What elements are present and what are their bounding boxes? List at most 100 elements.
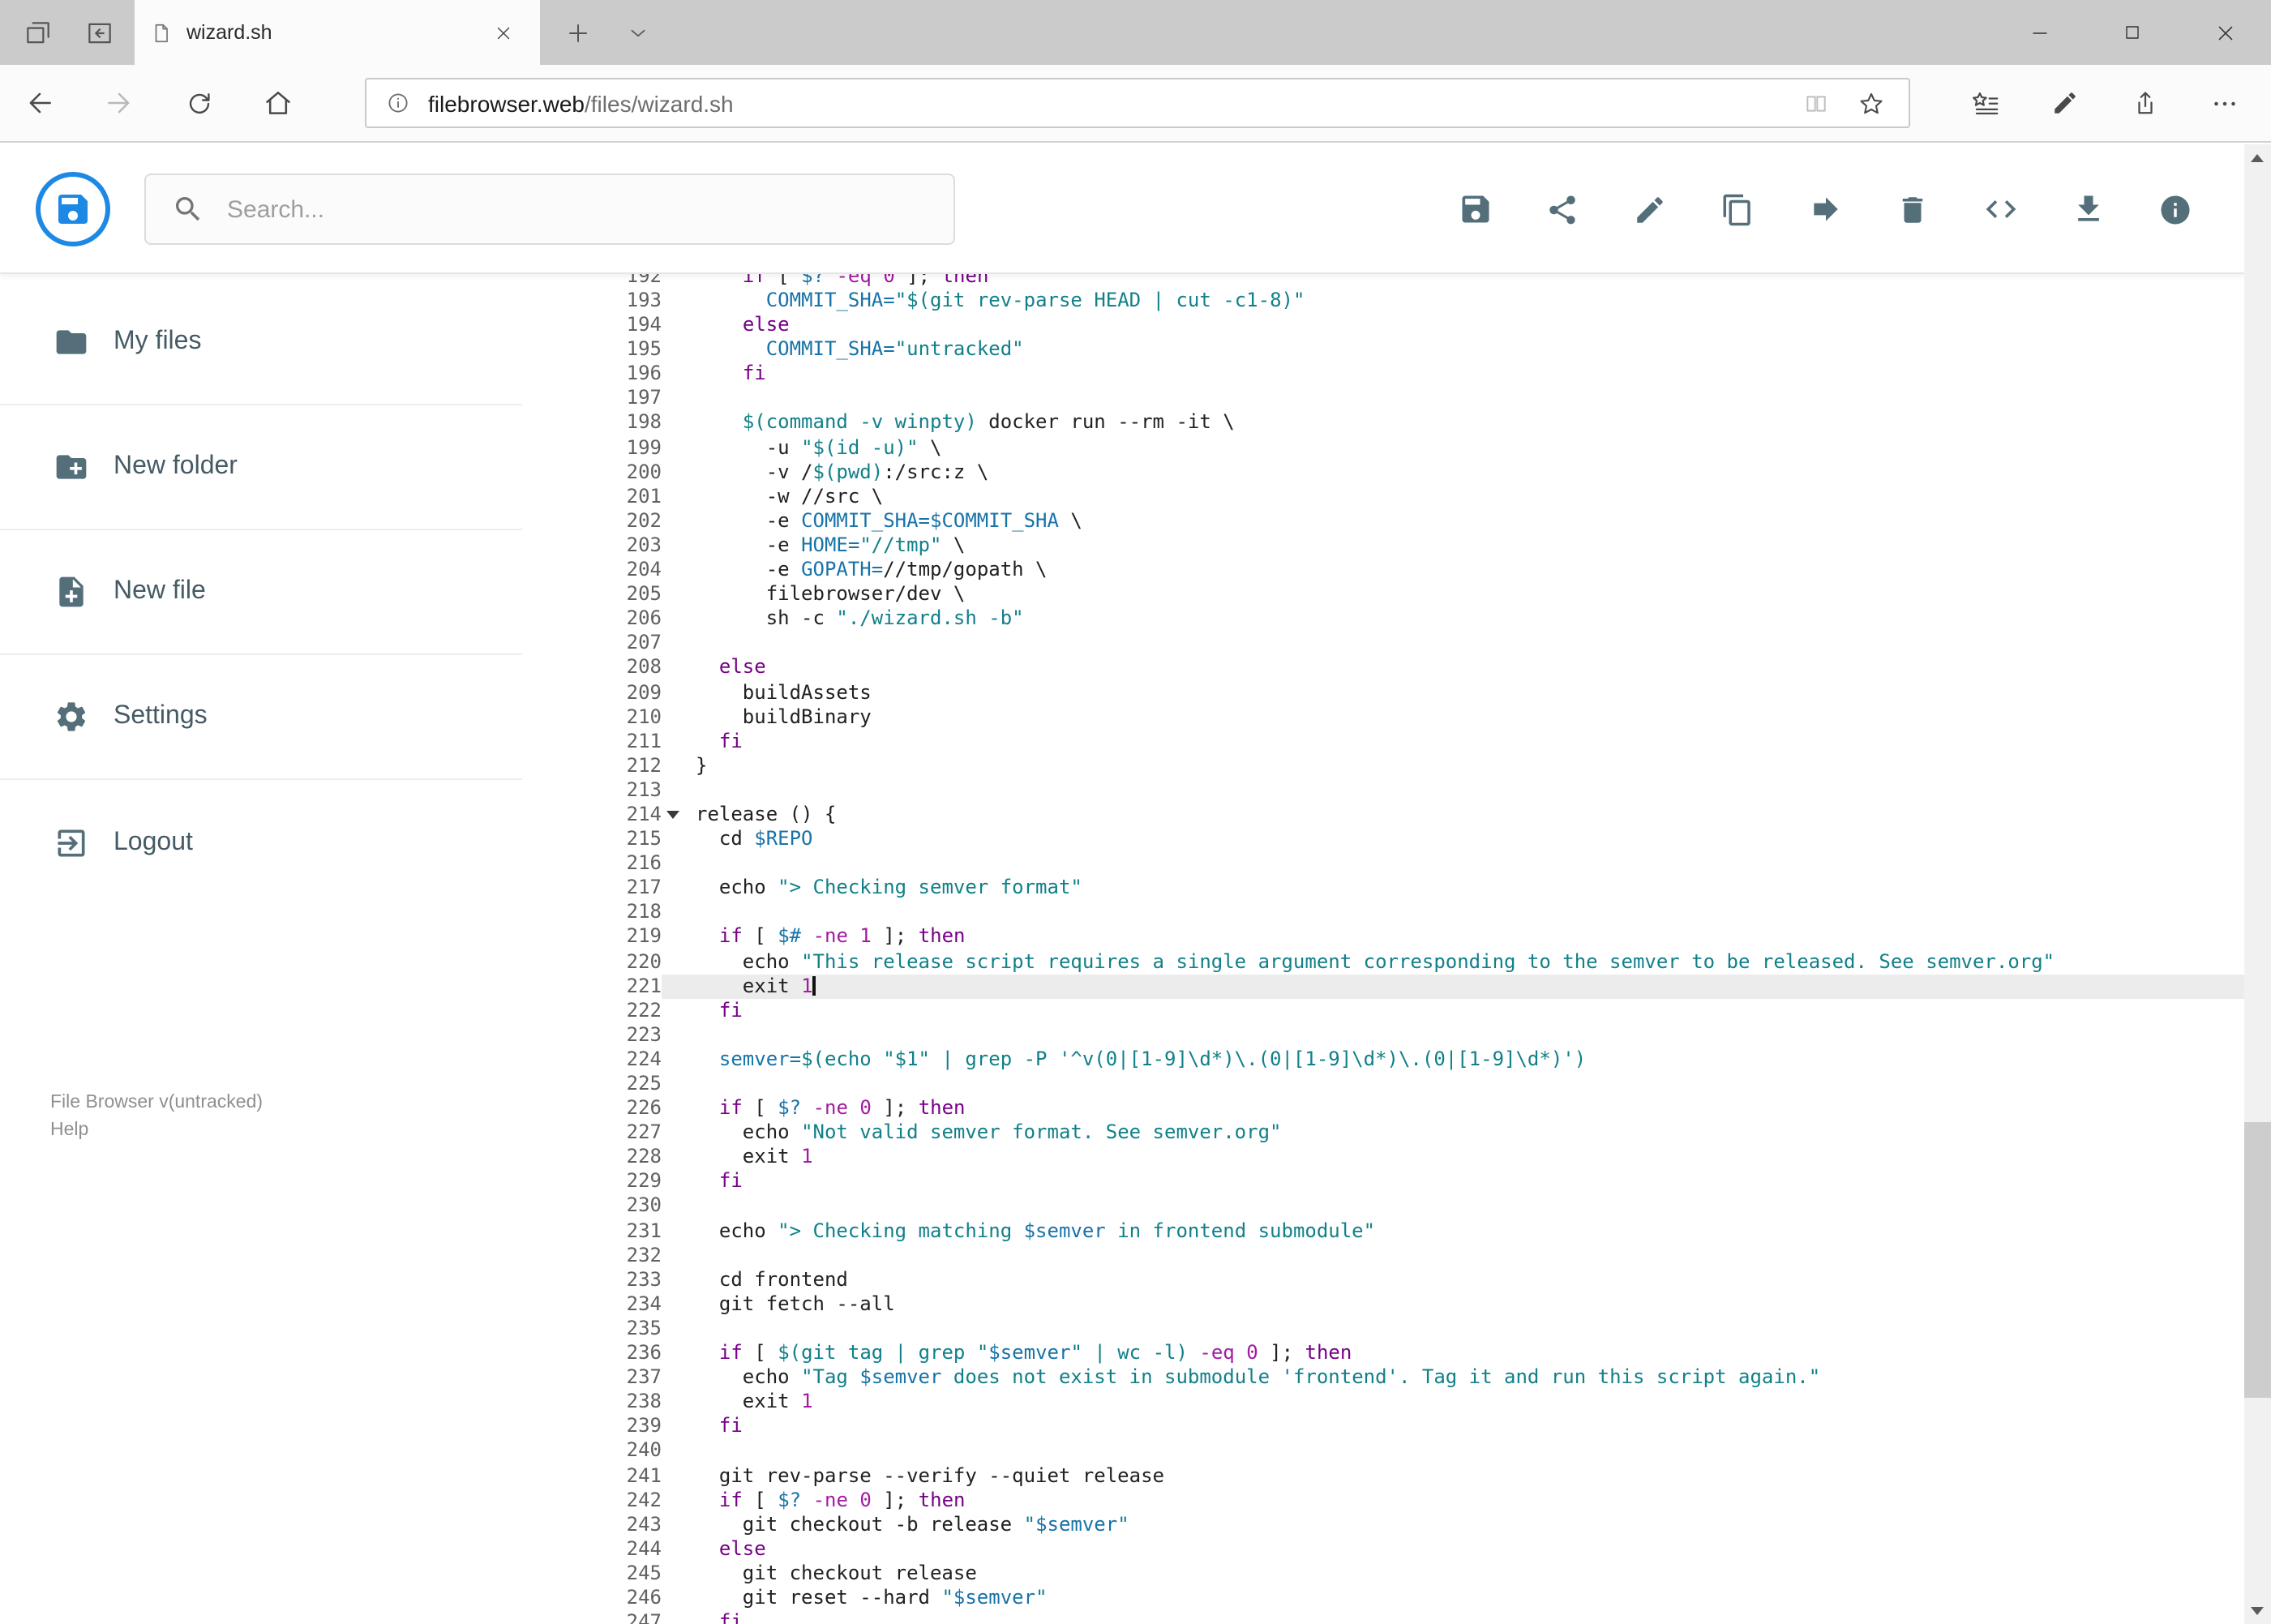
code-line[interactable]: 216 <box>535 851 2243 876</box>
code-line[interactable]: 200 -v /$(pwd):/src:z \ <box>535 460 2243 484</box>
sidebar-item-new-folder[interactable]: New folder <box>0 405 522 530</box>
tab-wizard-sh[interactable]: wizard.sh <box>135 0 540 65</box>
scroll-up-button[interactable] <box>2243 144 2271 172</box>
code-line[interactable]: 247 fi <box>535 1610 2243 1624</box>
code-line[interactable]: 210 buildBinary <box>535 705 2243 729</box>
code-line[interactable]: 228 exit 1 <box>535 1146 2243 1170</box>
share-file-button[interactable] <box>1530 177 1595 242</box>
code-line[interactable]: 243 git checkout -b release "$semver" <box>535 1512 2243 1536</box>
code-line[interactable]: 204 -e GOPATH=//tmp/gopath \ <box>535 558 2243 582</box>
code-line[interactable]: 215 cd $REPO <box>535 827 2243 851</box>
code-line[interactable]: 226 if [ $? -ne 0 ]; then <box>535 1096 2243 1121</box>
code-line[interactable]: 194 else <box>535 313 2243 337</box>
search-input[interactable] <box>227 195 931 223</box>
code-line[interactable]: 214 release () { <box>535 803 2243 827</box>
code-line[interactable]: 222 fi <box>535 998 2243 1022</box>
code-line[interactable]: 201 -w //src \ <box>535 485 2243 509</box>
code-line[interactable]: 209 buildAssets <box>535 680 2243 705</box>
code-line[interactable]: 230 <box>535 1194 2243 1219</box>
rename-button[interactable] <box>1618 177 1682 242</box>
scrollbar-thumb[interactable] <box>2243 1122 2271 1398</box>
info-button[interactable] <box>2143 177 2208 242</box>
code-line[interactable]: 229 fi <box>535 1170 2243 1194</box>
code-line[interactable]: 225 <box>535 1072 2243 1096</box>
code-line[interactable]: 231 echo "> Checking matching $semver in… <box>535 1219 2243 1243</box>
code-line[interactable]: 192 if [ $? -eq 0 ]; then <box>535 274 2243 289</box>
maximize-button[interactable] <box>2086 0 2179 65</box>
code-line[interactable]: 237 echo "Tag $semver does not exist in … <box>535 1365 2243 1390</box>
scroll-down-button[interactable] <box>2243 1596 2271 1624</box>
code-line[interactable]: 203 -e HOME="//tmp" \ <box>535 533 2243 558</box>
code-line[interactable]: 218 <box>535 901 2243 925</box>
address-bar[interactable]: filebrowser.web/files/wizard.sh <box>365 78 1910 128</box>
close-window-button[interactable] <box>2179 0 2271 65</box>
code-line[interactable]: 213 <box>535 778 2243 803</box>
sidebar-item-settings[interactable]: Settings <box>0 655 522 780</box>
favorite-button[interactable] <box>1844 79 1899 126</box>
sidebar-item-new-file[interactable]: New file <box>0 530 522 655</box>
code-line[interactable]: 219 if [ $# -ne 1 ]; then <box>535 925 2243 949</box>
tab-close-button[interactable] <box>482 11 524 54</box>
code-editor[interactable]: 192 if [ $? -eq 0 ]; then 193 COMMIT_SHA=… <box>535 274 2243 1624</box>
new-tab-button[interactable] <box>550 0 605 65</box>
code-line[interactable]: 224 semver=$(echo "$1" | grep -P '^v(0|[… <box>535 1048 2243 1072</box>
code-line[interactable]: 202 -e COMMIT_SHA=$COMMIT_SHA \ <box>535 509 2243 533</box>
code-line[interactable]: 199 -u "$(id -u)" \ <box>535 435 2243 460</box>
code-line[interactable]: 208 else <box>535 656 2243 680</box>
code-line[interactable]: 193 COMMIT_SHA="$(git rev-parse HEAD | c… <box>535 289 2243 313</box>
set-tabs-aside-button[interactable] <box>68 0 130 65</box>
code-line[interactable]: 233 cd frontend <box>535 1268 2243 1292</box>
site-info-button[interactable] <box>366 79 428 126</box>
code-line[interactable]: 205 filebrowser/dev \ <box>535 582 2243 606</box>
code-line[interactable]: 207 <box>535 632 2243 656</box>
code-line[interactable]: 235 <box>535 1317 2243 1341</box>
code-line[interactable]: 206 sh -c "./wizard.sh -b" <box>535 606 2243 631</box>
code-line[interactable]: 212} <box>535 754 2243 778</box>
code-line[interactable]: 196 fi <box>535 362 2243 387</box>
code-line[interactable]: 234 git fetch --all <box>535 1292 2243 1317</box>
share-button[interactable] <box>2107 65 2182 141</box>
code-line[interactable]: 242 if [ $? -ne 0 ]; then <box>535 1488 2243 1512</box>
fold-arrow-icon[interactable] <box>666 810 679 819</box>
code-line[interactable]: 239 fi <box>535 1415 2243 1439</box>
code-line[interactable]: 217 echo "> Checking semver format" <box>535 876 2243 901</box>
code-line[interactable]: 246 git reset --hard "$semver" <box>535 1586 2243 1610</box>
code-line[interactable]: 223 <box>535 1023 2243 1048</box>
download-button[interactable] <box>2055 177 2120 242</box>
code-line[interactable]: 244 else <box>535 1537 2243 1562</box>
scrollbar[interactable] <box>2243 144 2271 1624</box>
code-line[interactable]: 195 COMMIT_SHA="untracked" <box>535 337 2243 362</box>
code-line[interactable]: 240 <box>535 1439 2243 1463</box>
code-line[interactable]: 220 echo "This release script requires a… <box>535 949 2243 974</box>
code-line[interactable]: 238 exit 1 <box>535 1390 2243 1414</box>
code-line[interactable]: 232 <box>535 1243 2243 1267</box>
hub-button[interactable] <box>1948 65 2023 141</box>
code-line[interactable]: 241 git rev-parse --verify --quiet relea… <box>535 1463 2243 1488</box>
code-line[interactable]: 197 <box>535 387 2243 411</box>
home-button[interactable] <box>238 65 318 141</box>
minimize-button[interactable] <box>1994 0 2086 65</box>
raw-editor-button[interactable] <box>1968 177 2033 242</box>
sidebar-item-logout[interactable]: Logout <box>0 780 522 905</box>
code-line[interactable]: 245 git checkout release <box>535 1562 2243 1586</box>
code-line[interactable]: 211 fi <box>535 729 2243 753</box>
code-line[interactable]: 236 if [ $(git tag | grep "$semver" | wc… <box>535 1341 2243 1365</box>
move-button[interactable] <box>1793 177 1858 242</box>
sidebar-item-my-files[interactable]: My files <box>0 281 522 405</box>
more-button[interactable] <box>2187 65 2261 141</box>
tab-list-chevron-button[interactable] <box>610 0 665 65</box>
web-note-button[interactable] <box>2028 65 2102 141</box>
copy-button[interactable] <box>1705 177 1770 242</box>
help-link[interactable]: Help <box>50 1117 263 1145</box>
search-box[interactable] <box>144 174 955 245</box>
refresh-button[interactable] <box>159 65 238 141</box>
forward-button[interactable] <box>79 65 159 141</box>
save-button[interactable] <box>1442 177 1507 242</box>
back-button[interactable] <box>0 65 79 141</box>
reading-view-button[interactable] <box>1789 79 1844 126</box>
tab-preview-button[interactable] <box>6 0 68 65</box>
code-line[interactable]: 198 $(command -v winpty) docker run --rm… <box>535 411 2243 435</box>
code-line[interactable]: 227 echo "Not valid semver format. See s… <box>535 1121 2243 1145</box>
delete-button[interactable] <box>1880 177 1945 242</box>
code-line[interactable]: 221 exit 1 <box>535 974 2243 999</box>
